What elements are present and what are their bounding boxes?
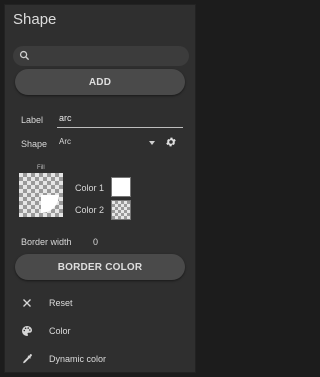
shape-caption: Shape <box>21 139 48 149</box>
label-caption: Label <box>21 115 44 125</box>
shape-panel: Shape ADD Label arc Shape Arc Fill Color… <box>4 4 196 373</box>
menu-item-dynamic-color[interactable]: Dynamic color <box>21 353 181 369</box>
fill-caption: Fill <box>37 165 45 171</box>
palette-icon <box>22 326 32 336</box>
search-input[interactable] <box>13 46 189 66</box>
chevron-down-icon <box>149 141 155 145</box>
eyedropper-icon <box>23 354 32 364</box>
menu-item-label: Color <box>49 326 71 336</box>
menu-item-reset[interactable]: Reset <box>21 297 181 313</box>
border-width-value[interactable]: 0 <box>93 237 98 247</box>
gear-icon[interactable] <box>165 136 177 148</box>
close-icon <box>23 299 31 307</box>
menu-item-label: Reset <box>49 298 73 308</box>
arc-shape-preview <box>41 195 59 213</box>
search-icon <box>19 50 30 61</box>
color1-caption: Color 1 <box>75 183 105 193</box>
add-button[interactable]: ADD <box>15 69 185 95</box>
shape-select[interactable]: Arc <box>57 137 155 151</box>
border-color-button[interactable]: BORDER COLOR <box>15 254 185 280</box>
color1-swatch[interactable] <box>111 177 131 197</box>
menu-item-color[interactable]: Color <box>21 325 181 341</box>
fill-preview[interactable] <box>19 173 63 217</box>
shape-select-value: Arc <box>59 137 71 146</box>
color2-caption: Color 2 <box>75 205 105 215</box>
label-input[interactable]: arc <box>57 113 183 128</box>
border-width-caption: Border width <box>21 237 72 247</box>
panel-title: Shape <box>13 11 57 28</box>
menu-item-label: Dynamic color <box>49 354 107 364</box>
color2-swatch[interactable] <box>111 200 131 220</box>
